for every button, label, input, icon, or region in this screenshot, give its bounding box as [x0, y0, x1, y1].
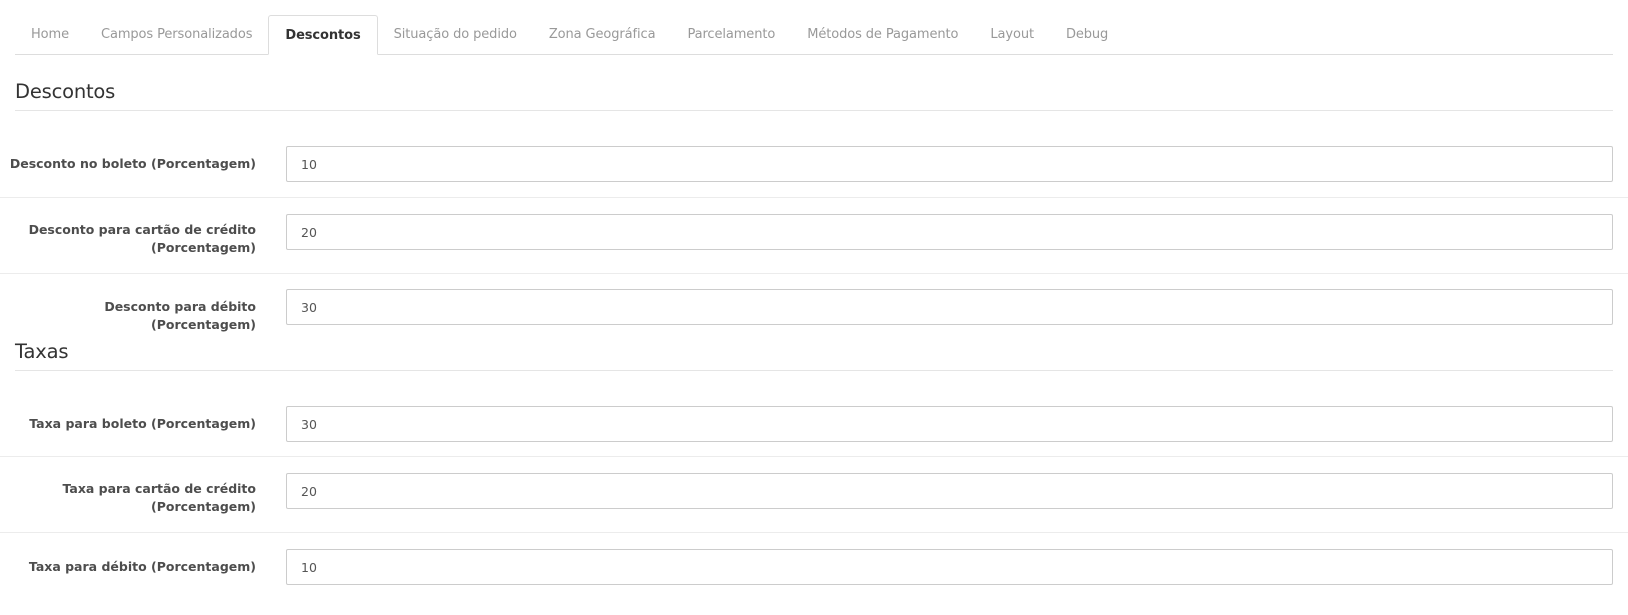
desconto-cartao-input[interactable]	[286, 214, 1613, 250]
tab-campos-personalizados[interactable]: Campos Personalizados	[85, 15, 268, 54]
settings-page: Home Campos Personalizados Descontos Sit…	[0, 0, 1628, 615]
form-row-taxa-cartao: Taxa para cartão de crédito (Porcentagem…	[0, 457, 1628, 533]
tab-layout[interactable]: Layout	[974, 15, 1050, 54]
desconto-debito-input[interactable]	[286, 289, 1613, 325]
section-title-descontos: Descontos	[15, 80, 1613, 111]
form-row-desconto-debito: Desconto para débito (Porcentagem)	[0, 274, 1628, 336]
taxa-cartao-input[interactable]	[286, 473, 1613, 509]
field-label: Desconto para cartão de crédito (Porcent…	[0, 221, 256, 257]
desconto-boleto-input[interactable]	[286, 146, 1613, 182]
field-label-line: Taxa para cartão de crédito	[62, 481, 256, 496]
tab-metodos-de-pagamento[interactable]: Métodos de Pagamento	[791, 15, 974, 54]
tab-zona-geografica[interactable]: Zona Geográfica	[533, 15, 672, 54]
tab-home[interactable]: Home	[15, 15, 85, 54]
tab-parcelamento[interactable]: Parcelamento	[671, 15, 791, 54]
form-row-desconto-cartao: Desconto para cartão de crédito (Porcent…	[0, 198, 1628, 274]
tab-situacao-do-pedido[interactable]: Situação do pedido	[378, 15, 533, 54]
field-label-line: Desconto para cartão de crédito	[28, 222, 256, 237]
field-label-line: (Porcentagem)	[151, 499, 256, 514]
tab-debug[interactable]: Debug	[1050, 15, 1124, 54]
tab-descontos[interactable]: Descontos	[268, 15, 378, 55]
tab-bar: Home Campos Personalizados Descontos Sit…	[15, 15, 1613, 55]
field-label: Taxa para cartão de crédito (Porcentagem…	[0, 480, 256, 516]
field-label: Taxa para boleto (Porcentagem)	[29, 416, 256, 431]
form-row-taxa-debito: Taxa para débito (Porcentagem)	[0, 533, 1628, 595]
taxa-debito-input[interactable]	[286, 549, 1613, 585]
field-label: Desconto para débito (Porcentagem)	[104, 299, 256, 332]
field-label: Taxa para débito (Porcentagem)	[28, 559, 256, 574]
form-row-desconto-boleto: Desconto no boleto (Porcentagem)	[0, 130, 1628, 198]
field-label: Desconto no boleto (Porcentagem)	[9, 156, 256, 171]
form-row-taxa-boleto: Taxa para boleto (Porcentagem)	[0, 388, 1628, 457]
field-label-line: (Porcentagem)	[151, 240, 256, 255]
section-title-taxas: Taxas	[15, 340, 1613, 371]
taxa-boleto-input[interactable]	[286, 406, 1613, 442]
